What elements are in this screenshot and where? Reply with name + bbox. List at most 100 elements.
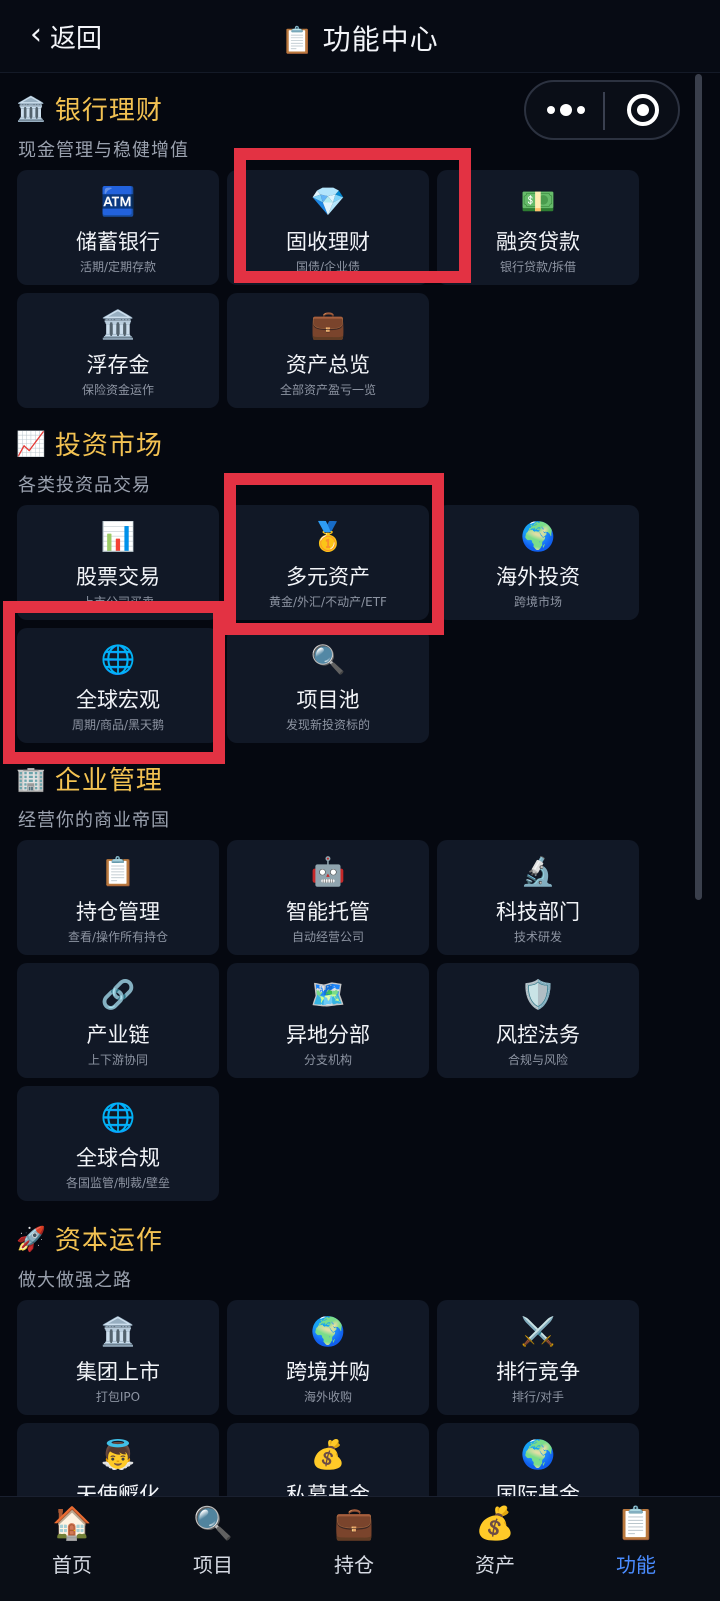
globe-icon: 🌍 xyxy=(520,520,556,553)
card-desc: 银行贷款/拆借 xyxy=(499,260,577,274)
close-miniprogram-button[interactable] xyxy=(627,94,659,126)
card-name: 集团上市 xyxy=(76,1360,160,1384)
robot-icon: 🤖 xyxy=(310,855,346,888)
section-title-text: 企业管理 xyxy=(54,766,163,796)
card-name: 股票交易 xyxy=(76,565,160,589)
house-icon: 🏠 xyxy=(52,1504,92,1542)
globe-meridians-icon: 🌐 xyxy=(100,1101,136,1134)
chart-up-icon: 📈 xyxy=(16,429,47,458)
crossed-swords-icon: ⚔️ xyxy=(520,1315,556,1348)
section-title-text: 投资市场 xyxy=(54,431,163,461)
card-name: 资产总览 xyxy=(286,353,370,377)
bottom-tab-bar: 🏠 首页 🔍 项目 💼 持仓 💰 资产 📋 功能 xyxy=(0,1496,720,1601)
clipboard-icon: 📋 xyxy=(616,1504,656,1542)
card-desc: 排行/对手 xyxy=(511,1390,565,1404)
card-global-macro[interactable]: 🌐 全球宏观 周期/商品/黑天鹅 xyxy=(17,628,219,743)
card-ranking[interactable]: ⚔️ 排行竞争 排行/对手 xyxy=(437,1300,639,1415)
card-cross-border-ma[interactable]: 🌍 跨境并购 海外收购 xyxy=(227,1300,429,1415)
card-desc: 合规与风险 xyxy=(507,1053,568,1067)
card-desc: 自动经营公司 xyxy=(291,930,364,944)
card-desc: 海外收购 xyxy=(303,1390,352,1404)
card-desc: 跨境市场 xyxy=(513,595,562,609)
microscope-icon: 🔬 xyxy=(520,855,556,888)
globe-icon: 🌍 xyxy=(310,1315,346,1348)
card-project-pool[interactable]: 🔍 项目池 发现新投资标的 xyxy=(227,628,429,743)
angel-icon: 👼 xyxy=(100,1438,136,1471)
section-subtitle: 做大做强之路 xyxy=(18,1270,132,1291)
tab-projects[interactable]: 🔍 项目 xyxy=(141,1497,285,1601)
clipboard-icon: 📋 xyxy=(100,855,136,888)
section-title-enterprise: 🏢 企业管理 xyxy=(16,760,163,797)
card-desc: 技术研发 xyxy=(513,930,562,944)
card-name: 持仓管理 xyxy=(76,900,160,924)
card-name: 跨境并购 xyxy=(286,1360,370,1384)
card-tech-department[interactable]: 🔬 科技部门 技术研发 xyxy=(437,840,639,955)
money-icon: 💵 xyxy=(520,185,556,218)
section-subtitle: 各类投资品交易 xyxy=(18,475,151,496)
rocket-icon: 🚀 xyxy=(16,1224,47,1253)
bank-building-icon: 🏛️ xyxy=(100,308,136,341)
card-savings-bank[interactable]: 🏧 储蓄银行 活期/定期存款 xyxy=(17,170,219,285)
card-overseas-investment[interactable]: 🌍 海外投资 跨境市场 xyxy=(437,505,639,620)
card-branch-offices[interactable]: 🗺️ 异地分部 分支机构 xyxy=(227,963,429,1078)
tab-holdings[interactable]: 💼 持仓 xyxy=(282,1497,426,1601)
card-name: 智能托管 xyxy=(286,900,370,924)
card-desc: 活期/定期存款 xyxy=(79,260,157,274)
card-desc: 各国监管/制裁/壁垒 xyxy=(65,1176,171,1190)
card-fixed-income[interactable]: 💎 固收理财 国债/企业债 xyxy=(227,170,429,285)
card-risk-legal[interactable]: 🛡️ 风控法务 合规与风险 xyxy=(437,963,639,1078)
tab-label: 功能 xyxy=(616,1553,656,1577)
scrollbar[interactable] xyxy=(695,74,702,900)
gem-icon: 💎 xyxy=(310,185,346,218)
card-name: 海外投资 xyxy=(496,565,580,589)
card-industry-chain[interactable]: 🔗 产业链 上下游协同 xyxy=(17,963,219,1078)
card-name: 全球宏观 xyxy=(76,688,160,712)
money-bag-icon: 💰 xyxy=(475,1504,515,1542)
card-desc: 周期/商品/黑天鹅 xyxy=(71,718,165,732)
section-title-investment: 📈 投资市场 xyxy=(16,425,163,462)
card-name: 风控法务 xyxy=(496,1023,580,1047)
bar-chart-icon: 📊 xyxy=(100,520,136,553)
tab-assets[interactable]: 💰 资产 xyxy=(423,1497,567,1601)
card-name: 排行竞争 xyxy=(496,1360,580,1384)
map-icon: 🗺️ xyxy=(310,978,346,1011)
card-global-compliance[interactable]: 🌐 全球合规 各国监管/制裁/壁垒 xyxy=(17,1086,219,1201)
tab-label: 首页 xyxy=(52,1553,92,1577)
card-desc: 上下游协同 xyxy=(87,1053,148,1067)
top-nav-bar: ‹ 返回 📋 功能中心 xyxy=(0,0,720,73)
card-desc: 查看/操作所有持仓 xyxy=(67,930,169,944)
tab-label: 项目 xyxy=(193,1553,233,1577)
card-desc: 分支机构 xyxy=(303,1053,352,1067)
card-name: 融资贷款 xyxy=(496,230,580,254)
magnifier-icon: 🔍 xyxy=(310,643,346,676)
more-menu-button[interactable] xyxy=(544,99,588,121)
card-group-ipo[interactable]: 🏛️ 集团上市 打包IPO xyxy=(17,1300,219,1415)
page-title-text: 功能中心 xyxy=(322,23,439,56)
card-float[interactable]: 🏛️ 浮存金 保险资金运作 xyxy=(17,293,219,408)
card-desc: 发现新投资标的 xyxy=(285,718,370,732)
section-subtitle: 经营你的商业帝国 xyxy=(18,810,170,831)
section-title-capital: 🚀 资本运作 xyxy=(16,1220,163,1257)
card-desc: 保险资金运作 xyxy=(81,383,154,397)
tab-label: 持仓 xyxy=(334,1553,374,1577)
tab-functions[interactable]: 📋 功能 xyxy=(564,1497,708,1601)
tab-home[interactable]: 🏠 首页 xyxy=(0,1497,144,1601)
card-name: 产业链 xyxy=(86,1023,150,1047)
section-title-text: 银行理财 xyxy=(54,96,163,126)
card-asset-overview[interactable]: 💼 资产总览 全部资产盈亏一览 xyxy=(227,293,429,408)
card-position-management[interactable]: 📋 持仓管理 查看/操作所有持仓 xyxy=(17,840,219,955)
globe-icon: 🌍 xyxy=(520,1438,556,1471)
card-stock-trading[interactable]: 📊 股票交易 上市公司买卖 xyxy=(17,505,219,620)
briefcase-icon: 💼 xyxy=(310,308,346,341)
section-title-text: 资本运作 xyxy=(54,1226,163,1256)
card-desc: 全部资产盈亏一览 xyxy=(279,383,376,397)
card-name: 浮存金 xyxy=(86,353,150,377)
card-smart-custody[interactable]: 🤖 智能托管 自动经营公司 xyxy=(227,840,429,955)
card-name: 固收理财 xyxy=(286,230,370,254)
card-financing-loan[interactable]: 💵 融资贷款 银行贷款/拆借 xyxy=(437,170,639,285)
card-desc: 上市公司买卖 xyxy=(81,595,154,609)
tab-label: 资产 xyxy=(475,1553,515,1577)
card-multi-asset[interactable]: 🥇 多元资产 黄金/外汇/不动产/ETF xyxy=(227,505,429,620)
briefcase-icon: 💼 xyxy=(334,1504,374,1542)
card-name: 项目池 xyxy=(296,688,360,712)
